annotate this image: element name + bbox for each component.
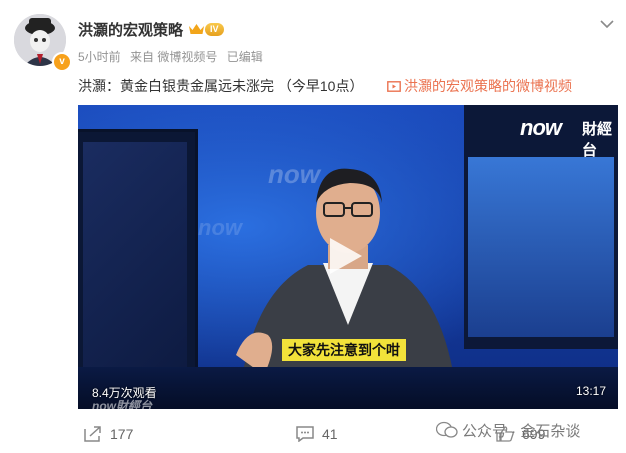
comment-button[interactable]: 41 — [296, 426, 338, 443]
channel-logo-text: now — [520, 115, 562, 140]
video-player[interactable]: now now now 財經台 大家先注意到个咁 8.4万次观看 13:17 n… — [78, 105, 618, 409]
verified-badge-icon: v — [52, 52, 72, 72]
author-name[interactable]: 洪灝的宏观策略 — [78, 19, 183, 40]
crown-icon — [189, 24, 204, 34]
video-link-icon — [387, 81, 401, 92]
video-subtitle: 大家先注意到个咁 — [282, 339, 406, 361]
video-link-label: 洪灝的宏观策略的微博视频 — [404, 78, 572, 94]
play-icon[interactable] — [328, 236, 364, 276]
post-source: 来自 微博视频号 — [130, 50, 218, 64]
comment-count: 41 — [322, 426, 338, 442]
studio-monitor-left — [78, 129, 198, 403]
comment-icon — [296, 426, 314, 443]
watermark: 公众号 · 金石杂谈 — [435, 420, 581, 441]
studio-desk — [78, 367, 618, 409]
post-text: 洪灝：黄金白银贵金属远未涨完 （今早10点） — [78, 78, 364, 94]
edited-label: 已编辑 — [226, 50, 263, 64]
chevron-down-icon[interactable] — [600, 20, 614, 28]
post-meta: 5小时前 来自 微博视频号 已编辑 — [78, 48, 263, 65]
repost-button[interactable]: 177 — [84, 426, 133, 442]
repost-icon — [84, 426, 101, 442]
watermark-text: 公众号 · 金石杂谈 — [462, 423, 581, 440]
channel-logo-cn: 財經台 — [582, 121, 613, 159]
video-link[interactable]: 洪灝的宏观策略的微博视频 — [387, 76, 572, 96]
channel-logo-now: now — [520, 115, 562, 141]
video-duration: 13:17 — [575, 384, 606, 398]
repost-count: 177 — [110, 426, 134, 442]
bottom-channel-logo: now財經台 — [92, 399, 152, 409]
weibo-post-card: v 洪灝的宏观策略 IV 5小时前 来自 微博视频号 已编辑 洪灝：黄金白银贵金… — [0, 0, 626, 453]
level-badge: IV — [205, 23, 224, 36]
post-time[interactable]: 5小时前 — [78, 50, 121, 64]
wechat-icon — [435, 421, 458, 438]
